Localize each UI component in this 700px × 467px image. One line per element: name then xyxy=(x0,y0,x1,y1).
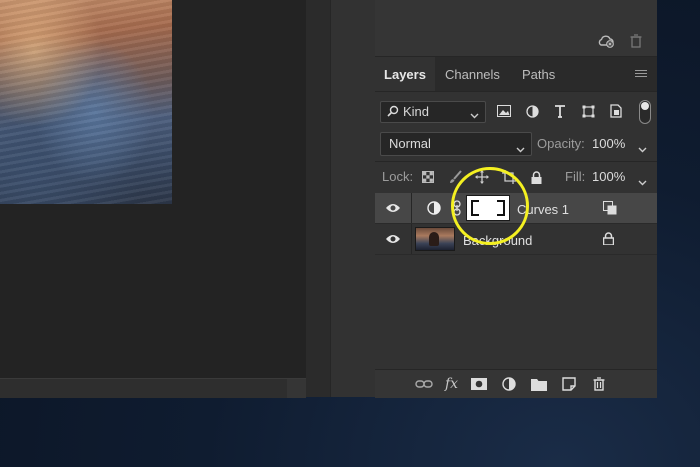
horizontal-scrollbar[interactable] xyxy=(0,378,306,398)
lock-move-icon[interactable] xyxy=(473,168,491,186)
new-group-icon[interactable] xyxy=(530,375,548,393)
fill-chevron-icon[interactable] xyxy=(638,173,647,191)
layer-mask-thumbnail[interactable] xyxy=(466,195,510,221)
document-image xyxy=(0,0,172,204)
lock-icon[interactable] xyxy=(602,232,615,250)
chain-link-icon[interactable] xyxy=(453,200,461,221)
type-filter-icon[interactable] xyxy=(551,102,569,120)
divider xyxy=(411,193,412,223)
tab-paths[interactable]: Paths xyxy=(522,57,555,91)
layer-list: Curves 1 Background xyxy=(375,193,657,255)
filter-kind-select[interactable]: Kind xyxy=(380,101,486,123)
layers-panel: Layers Channels Paths Kind Normal Opacit… xyxy=(375,0,657,398)
fx-icon[interactable]: fx xyxy=(445,376,458,392)
blend-opacity-row: Normal Opacity: 100% xyxy=(375,132,657,156)
lock-artboard-icon[interactable] xyxy=(500,168,518,186)
layer-name[interactable]: Curves 1 xyxy=(517,202,569,217)
cloud-sync-icon[interactable] xyxy=(597,32,615,50)
lock-all-icon[interactable] xyxy=(527,168,545,186)
chevron-down-icon xyxy=(516,140,525,158)
tab-channels[interactable]: Channels xyxy=(445,57,500,91)
lock-transparent-icon[interactable] xyxy=(419,168,437,186)
add-mask-icon[interactable] xyxy=(470,375,488,393)
filter-kind-label: Kind xyxy=(403,104,430,119)
eye-icon[interactable] xyxy=(385,232,401,250)
fill-input[interactable]: 100% xyxy=(592,169,625,184)
delete-layer-icon[interactable] xyxy=(590,375,608,393)
scrollbar-corner xyxy=(287,379,306,398)
layer-filter-row: Kind xyxy=(375,98,657,124)
lock-fill-row: Lock: Fill: 100% xyxy=(375,166,657,188)
new-adjustment-icon[interactable] xyxy=(500,375,518,393)
opacity-label: Opacity: xyxy=(537,136,585,151)
opacity-input[interactable]: 100% xyxy=(592,136,625,151)
link-layers-icon[interactable] xyxy=(415,375,433,393)
trash-icon[interactable] xyxy=(627,32,645,50)
blend-mode-select[interactable]: Normal xyxy=(380,132,532,156)
layer-row-curves[interactable]: Curves 1 xyxy=(375,193,657,224)
shape-filter-icon[interactable] xyxy=(579,102,597,120)
eye-icon[interactable] xyxy=(385,201,401,219)
divider xyxy=(375,161,657,162)
filter-toggle[interactable] xyxy=(639,100,651,124)
adjustment-layer-icon[interactable] xyxy=(427,201,441,220)
lock-paint-icon[interactable] xyxy=(446,168,464,186)
fill-label: Fill: xyxy=(565,169,586,184)
canvas-gutter xyxy=(306,0,330,397)
document-canvas[interactable] xyxy=(0,0,306,398)
panel-header-area xyxy=(375,0,657,57)
panel-menu-icon[interactable] xyxy=(635,70,647,79)
divider xyxy=(411,224,412,254)
layer-row-background[interactable]: Background xyxy=(375,224,657,255)
panel-tabs: Layers Channels Paths xyxy=(375,57,657,92)
lock-label: Lock: xyxy=(382,169,414,184)
blend-mode-value: Normal xyxy=(389,136,431,151)
photoshop-window: Layers Channels Paths Kind Normal Opacit… xyxy=(0,0,657,398)
layer-thumbnail[interactable] xyxy=(415,227,455,251)
layer-name[interactable]: Background xyxy=(463,233,532,248)
chevron-down-icon xyxy=(470,107,479,122)
smart-object-filter-icon[interactable] xyxy=(607,102,625,120)
opacity-chevron-icon[interactable] xyxy=(638,140,647,158)
search-icon xyxy=(387,105,399,120)
new-layer-icon[interactable] xyxy=(560,375,578,393)
layers-footer: fx xyxy=(375,369,657,398)
adjustment-filter-icon[interactable] xyxy=(523,102,541,120)
image-filter-icon[interactable] xyxy=(495,102,513,120)
properties-icon[interactable] xyxy=(603,201,617,220)
tab-layers[interactable]: Layers xyxy=(375,57,435,91)
collapsed-panel-dock xyxy=(330,0,376,397)
